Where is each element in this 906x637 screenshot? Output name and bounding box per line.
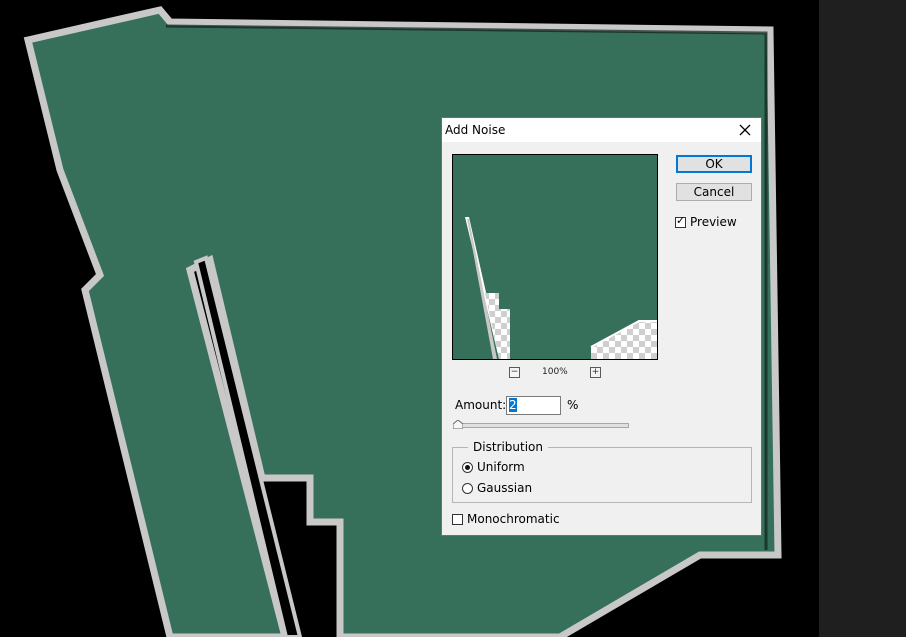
distribution-label: Distribution (468, 440, 549, 454)
gaussian-label: Gaussian (477, 481, 533, 495)
monochromatic-checkbox[interactable] (452, 514, 463, 525)
preview-pane[interactable] (452, 154, 658, 360)
close-icon[interactable] (737, 122, 753, 138)
checkmark-icon: ✓ (676, 214, 686, 227)
ok-button[interactable]: OK (676, 155, 752, 173)
gaussian-radio[interactable] (462, 483, 473, 494)
zoom-out-button[interactable]: − (509, 367, 520, 378)
preview-image (453, 155, 657, 359)
plus-icon: + (591, 367, 600, 377)
dialog-titlebar[interactable]: Add Noise (442, 118, 761, 142)
amount-unit: % (567, 398, 579, 412)
amount-slider-track[interactable] (455, 423, 629, 428)
monochromatic-label: Monochromatic (467, 512, 560, 526)
uniform-label: Uniform (477, 460, 525, 474)
dialog-title: Add Noise (445, 123, 506, 137)
add-noise-dialog: Add Noise − 100% + OK Cancel ✓ Preview A… (441, 117, 762, 536)
preview-checkbox[interactable]: ✓ (675, 214, 686, 228)
amount-value: 2 (509, 398, 517, 412)
amount-label: Amount: (455, 398, 507, 412)
radio-selected-dot (465, 465, 470, 470)
uniform-radio[interactable] (462, 462, 473, 473)
zoom-level: 100% (542, 367, 568, 377)
right-panel (819, 0, 906, 637)
amount-input[interactable]: 2 (506, 396, 561, 415)
amount-slider-thumb[interactable] (453, 420, 464, 429)
zoom-in-button[interactable]: + (590, 367, 601, 378)
minus-icon: − (510, 367, 519, 377)
cancel-button[interactable]: Cancel (676, 183, 752, 201)
preview-label: Preview (690, 215, 737, 229)
